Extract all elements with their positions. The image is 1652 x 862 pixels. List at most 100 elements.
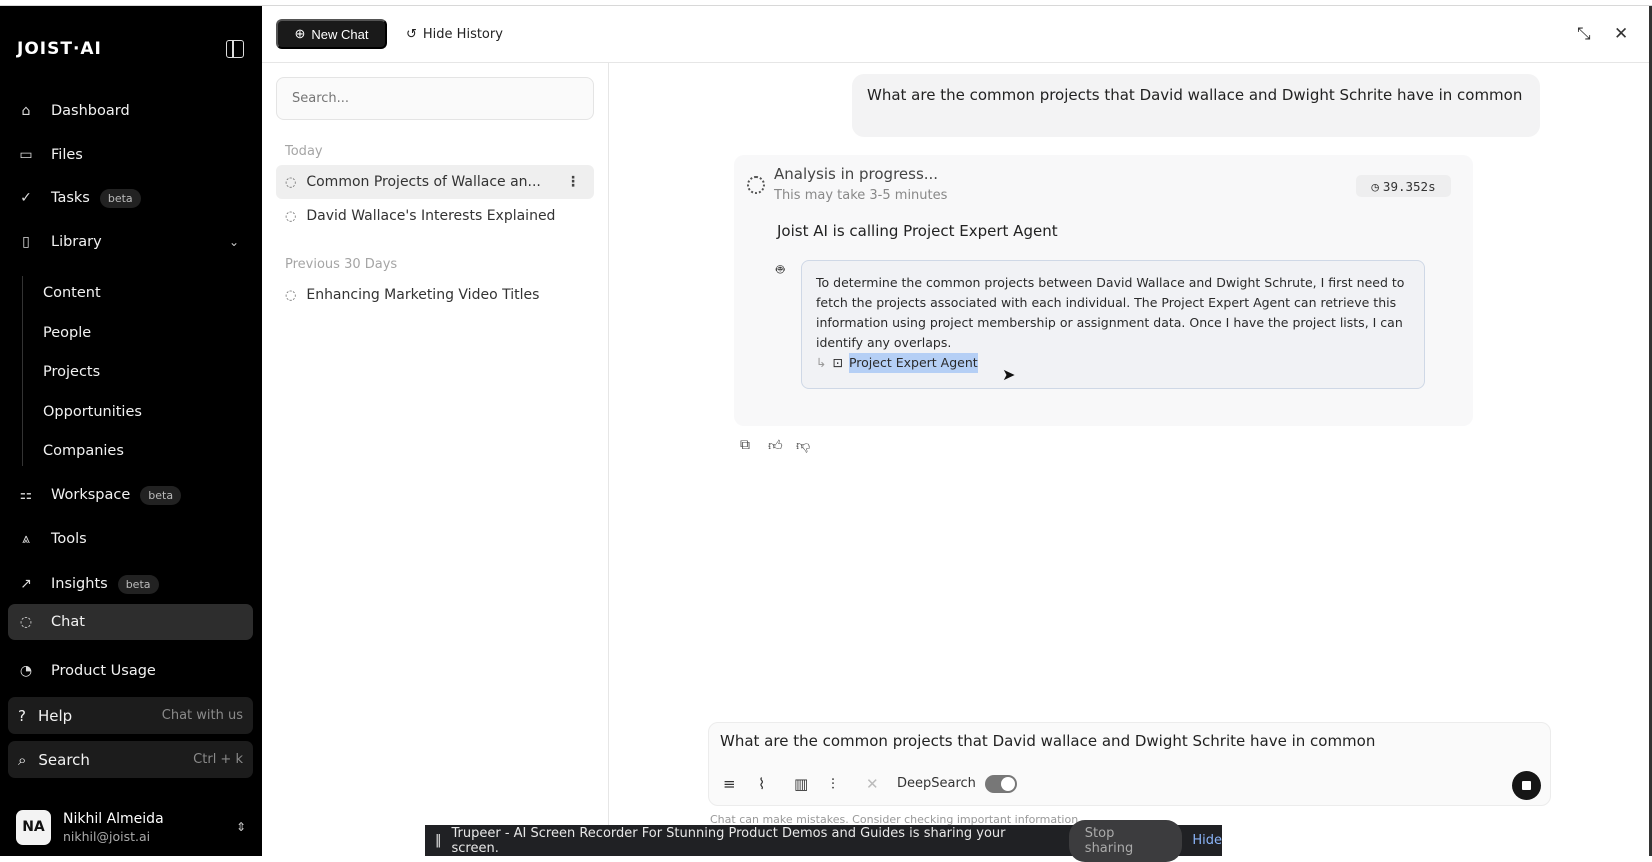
sidebar-item-workspace[interactable]: ⚏ Workspace beta (8, 477, 253, 513)
plus-chat-icon: ⊕ (294, 26, 306, 41)
hide-history-button[interactable]: ↺ Hide History (406, 19, 503, 49)
status-title: Analysis in progress... (774, 165, 939, 183)
collapse-sidebar-icon[interactable] (226, 40, 244, 58)
history-group-today: Today (285, 144, 323, 159)
chat-bubble-icon: ◌ (285, 208, 297, 224)
sidebar-item-product-usage[interactable]: ◔ Product Usage (8, 653, 253, 689)
sidebar-item-companies[interactable]: Companies (8, 433, 253, 469)
more-options-icon[interactable]: ⋮ (566, 174, 580, 190)
history-icon: ↺ (406, 26, 417, 42)
robot-icon: 🤖︎ (776, 262, 785, 278)
search-label: Search (38, 750, 90, 769)
history-group-previous-30-days: Previous 30 Days (285, 257, 398, 272)
mouse-cursor-icon: ➤ (1002, 365, 1016, 384)
help-button[interactable]: ? Help Chat with us (8, 697, 253, 734)
beta-badge: beta (99, 188, 141, 208)
timer-value: 39.352s (1382, 178, 1436, 194)
sidebar-item-chat[interactable]: ◌ Chat (8, 604, 253, 640)
agent-reasoning-box: To determine the common projects between… (801, 260, 1425, 389)
sidebar-item-label: People (43, 325, 92, 341)
sidebar-item-label: Tools (51, 531, 87, 547)
sidebar-item-tasks[interactable]: ✓ Tasks beta (8, 180, 253, 216)
thumbs-down-icon[interactable]: 👎︎ (796, 437, 810, 454)
history-item[interactable]: ◌ Enhancing Marketing Video Titles (276, 278, 594, 312)
thumbs-up-icon[interactable]: 👍︎ (768, 437, 783, 454)
sidebar-item-label: Library (51, 234, 102, 250)
sidebar-item-label: Chat (51, 614, 85, 630)
minimize-icon[interactable]: ⤡ (1577, 24, 1591, 44)
agent-link[interactable]: Project Expert Agent (848, 353, 978, 373)
sidebar-item-label: Files (51, 147, 83, 163)
sidebar-item-library[interactable]: ▯ Library ⌄ (8, 224, 253, 260)
stop-generation-button[interactable] (1512, 771, 1541, 800)
sidebar-item-label: Opportunities (43, 404, 142, 420)
sidebar-item-projects[interactable]: Projects (8, 354, 253, 390)
sidebar-item-label: Companies (43, 443, 124, 459)
copy-icon[interactable]: ⧉ (740, 437, 750, 453)
share-message: Trupeer - AI Screen Recorder For Stunnin… (451, 825, 1006, 856)
sidebar-item-tools[interactable]: ⩓ Tools (8, 521, 253, 557)
sidebar-item-label: Insights (51, 576, 108, 592)
x-icon[interactable]: ✕ (866, 775, 879, 793)
elapsed-timer: ◷ 39.352s (1356, 175, 1451, 197)
hide-history-label: Hide History (422, 26, 503, 42)
sidebar-item-opportunities[interactable]: Opportunities (8, 394, 253, 430)
check-circle-icon: ✓ (20, 190, 32, 206)
history-item[interactable]: ◌ Common Projects of Wallace an... ⋮ (276, 165, 594, 199)
sidebar-item-label: Tasks (51, 190, 90, 206)
chat-bubble-icon: ◌ (19, 614, 33, 630)
search-button[interactable]: ⌕ Search Ctrl + k (8, 741, 253, 778)
stop-sharing-button[interactable]: Stop sharing (1068, 819, 1183, 862)
user-message: What are the common projects that David … (852, 74, 1540, 137)
prompt-options-icon[interactable]: ≡ (723, 775, 736, 793)
close-icon[interactable]: ✕ (1614, 24, 1628, 44)
loading-spinner-icon (747, 176, 765, 194)
history-item-title: Common Projects of Wallace an... (306, 174, 541, 190)
sidebar-item-label: Product Usage (51, 663, 156, 679)
user-menu[interactable]: NA Nikhil Almeida nikhil@joist.ai ⇕ (16, 808, 246, 846)
history-item-title: Enhancing Marketing Video Titles (306, 287, 540, 303)
clock-icon: ◷ (1371, 178, 1379, 194)
book-icon: ▯ (22, 234, 30, 250)
folder-icon: ▭ (19, 147, 33, 163)
sidebar-item-label: Dashboard (51, 103, 130, 119)
screen-share-bar: ‖ Trupeer - AI Screen Recorder For Stunn… (425, 819, 1222, 862)
robot-icon: ⊡ (832, 355, 843, 370)
sidebar-item-label: Content (43, 285, 101, 301)
help-circle-icon: ? (18, 706, 26, 725)
sidebar-item-label: Workspace (51, 487, 131, 503)
search-icon: ⌕ (18, 750, 27, 769)
attach-icon[interactable]: ⌇ (758, 775, 765, 793)
sidebar-item-people[interactable]: People (8, 315, 253, 351)
sidebar-item-files[interactable]: ▭ Files (8, 137, 253, 173)
chat-bubble-icon: ◌ (285, 174, 297, 190)
library-icon[interactable]: ▥ (794, 775, 808, 793)
chat-bubble-icon: ◌ (285, 287, 297, 303)
deepsearch-toggle[interactable] (985, 775, 1017, 793)
hide-share-bar-button[interactable]: Hide (1192, 833, 1222, 848)
reasoning-text: To determine the common projects between… (816, 275, 1405, 350)
voice-icon[interactable]: ⫶ (831, 775, 835, 793)
new-chat-button[interactable]: ⊕ New Chat (276, 19, 387, 49)
chevron-updown-icon: ⇕ (235, 820, 246, 834)
sidebar-item-insights[interactable]: ↗ Insights beta (8, 566, 253, 602)
history-search-input[interactable] (276, 77, 594, 120)
status-subtitle: This may take 3-5 minutes (774, 188, 948, 203)
help-hint: Chat with us (161, 708, 243, 723)
beta-badge: beta (140, 485, 182, 505)
sidebar-item-content[interactable]: Content (8, 275, 253, 311)
pause-icon: ‖ (435, 833, 442, 848)
deepsearch-label: DeepSearch (897, 776, 976, 791)
avatar: NA (16, 809, 51, 845)
user-name: Nikhil Almeida (63, 810, 164, 827)
search-shortcut: Ctrl + k (193, 752, 243, 767)
history-item-title: David Wallace's Interests Explained (306, 208, 556, 224)
sidebar: JOIST·AI ⌂ Dashboard ▭ Files ✓ Tasks beta ▯ L… (0, 6, 262, 856)
sidebar-item-dashboard[interactable]: ⌂ Dashboard (8, 93, 253, 129)
agent-calling-text: Joist AI is calling Project Expert Agent (777, 222, 1058, 240)
home-icon: ⌂ (21, 103, 31, 119)
return-arrow-icon: ↳ (816, 355, 827, 370)
tools-icon: ⩓ (22, 531, 30, 547)
message-input[interactable]: What are the common projects that David … (720, 732, 1375, 750)
history-item[interactable]: ◌ David Wallace's Interests Explained (276, 199, 594, 233)
